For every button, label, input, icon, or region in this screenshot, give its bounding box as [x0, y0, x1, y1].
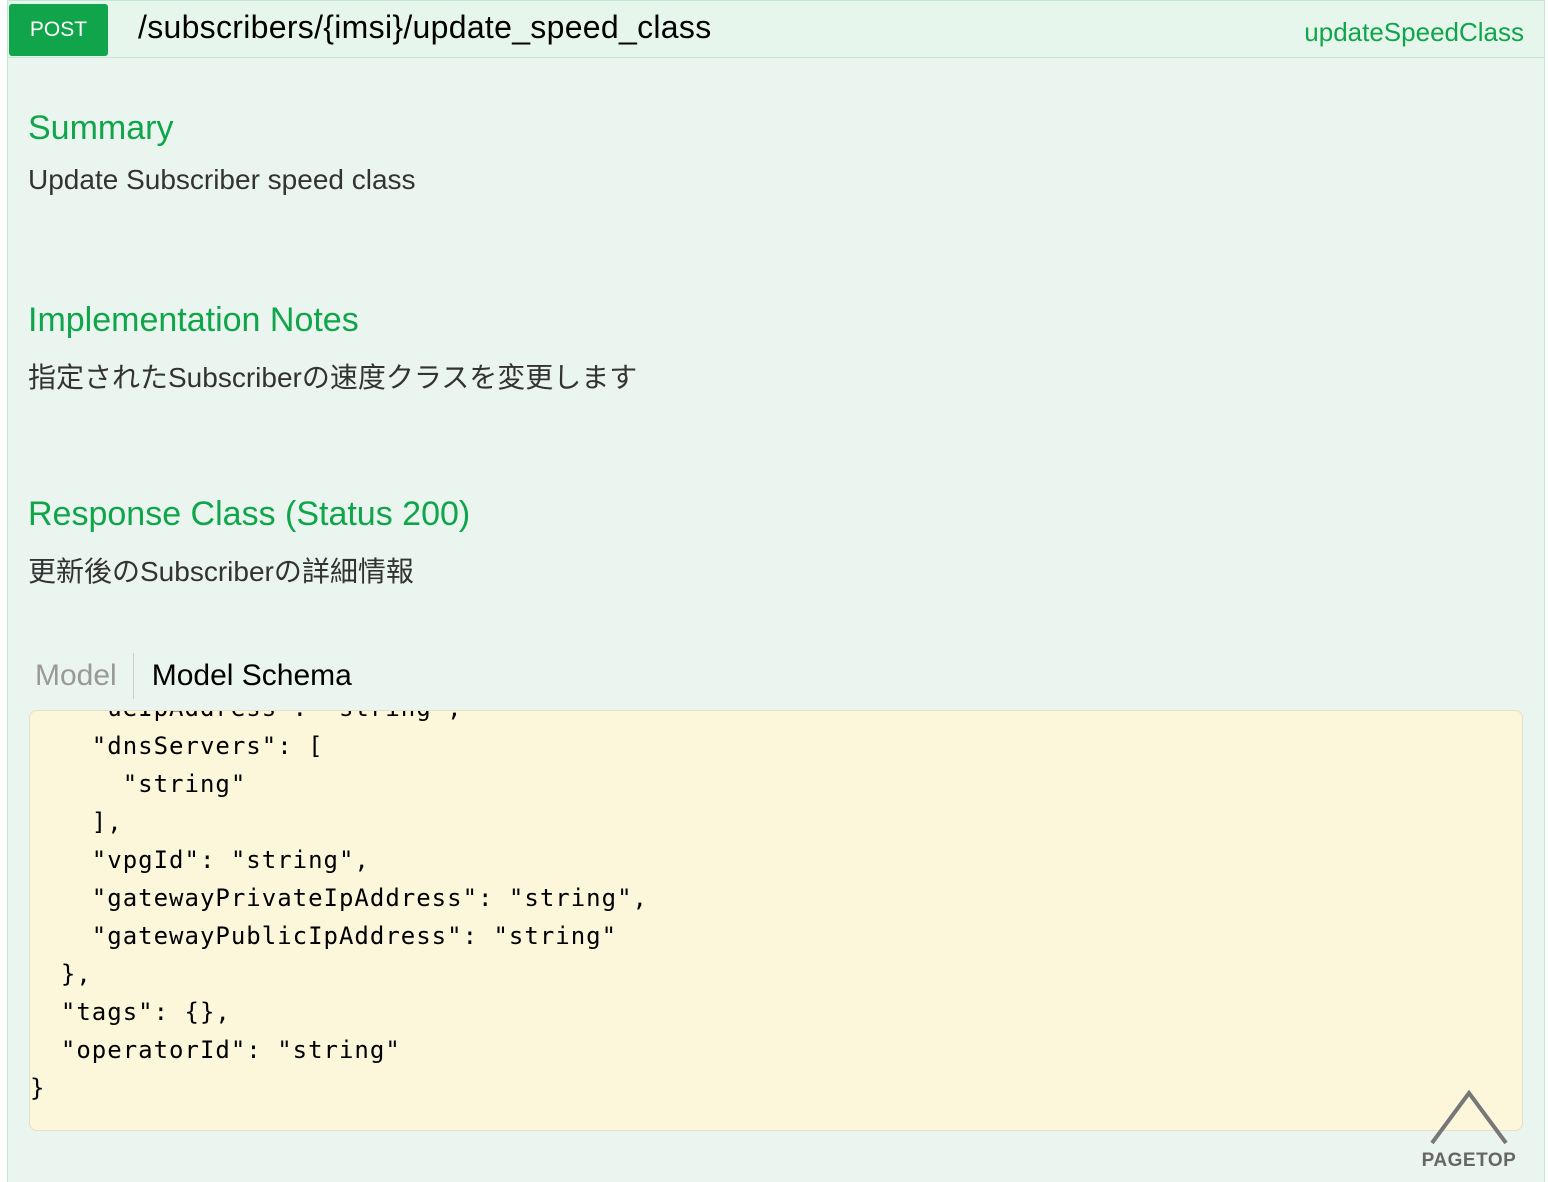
model-schema-code-block[interactable]: "ueIpAddress": "string", "dnsServers": [… — [29, 710, 1523, 1131]
endpoint-nickname[interactable]: updateSpeedClass — [1304, 17, 1524, 48]
tab-model[interactable]: Model — [30, 653, 134, 699]
code-line: "ueIpAddress": "string", — [30, 711, 648, 727]
tab-model-schema[interactable]: Model Schema — [134, 653, 352, 699]
endpoint-path[interactable]: /subscribers/{imsi}/update_speed_class — [138, 9, 712, 46]
code-line: }, — [30, 960, 92, 988]
code-line: ], — [30, 808, 123, 836]
code-line: "operatorId": "string" — [30, 1036, 401, 1064]
code-line: "gatewayPrivateIpAddress": "string", — [30, 884, 648, 912]
pagetop-label: PAGETOP — [1421, 1150, 1517, 1171]
code-line: "gatewayPublicIpAddress": "string" — [30, 922, 618, 950]
code-line: "string" — [30, 770, 247, 798]
code-line: "tags": {}, — [30, 998, 231, 1026]
model-tabs: Model Model Schema — [30, 653, 352, 699]
code-content: "ueIpAddress": "string", "dnsServers": [… — [30, 711, 648, 1107]
response-class-text: 更新後のSubscriberの詳細情報 — [28, 556, 414, 587]
implementation-notes-title: Implementation Notes — [28, 301, 359, 339]
code-line: "vpgId": "string", — [30, 846, 370, 874]
http-method-badge[interactable]: POST — [9, 4, 108, 56]
endpoint-panel: POST /subscribers/{imsi}/update_speed_cl… — [7, 0, 1545, 1182]
endpoint-heading[interactable]: POST /subscribers/{imsi}/update_speed_cl… — [8, 1, 1544, 58]
pagetop-button[interactable]: PAGETOP — [1414, 1089, 1524, 1179]
code-line: } — [30, 1074, 46, 1102]
code-line: "dnsServers": [ — [30, 732, 324, 760]
implementation-notes-text: 指定されたSubscriberの速度クラスを変更します — [28, 362, 638, 393]
summary-title: Summary — [28, 109, 174, 147]
summary-text: Update Subscriber speed class — [28, 164, 416, 195]
response-class-title: Response Class (Status 200) — [28, 495, 471, 533]
caret-up-icon — [1430, 1089, 1508, 1145]
